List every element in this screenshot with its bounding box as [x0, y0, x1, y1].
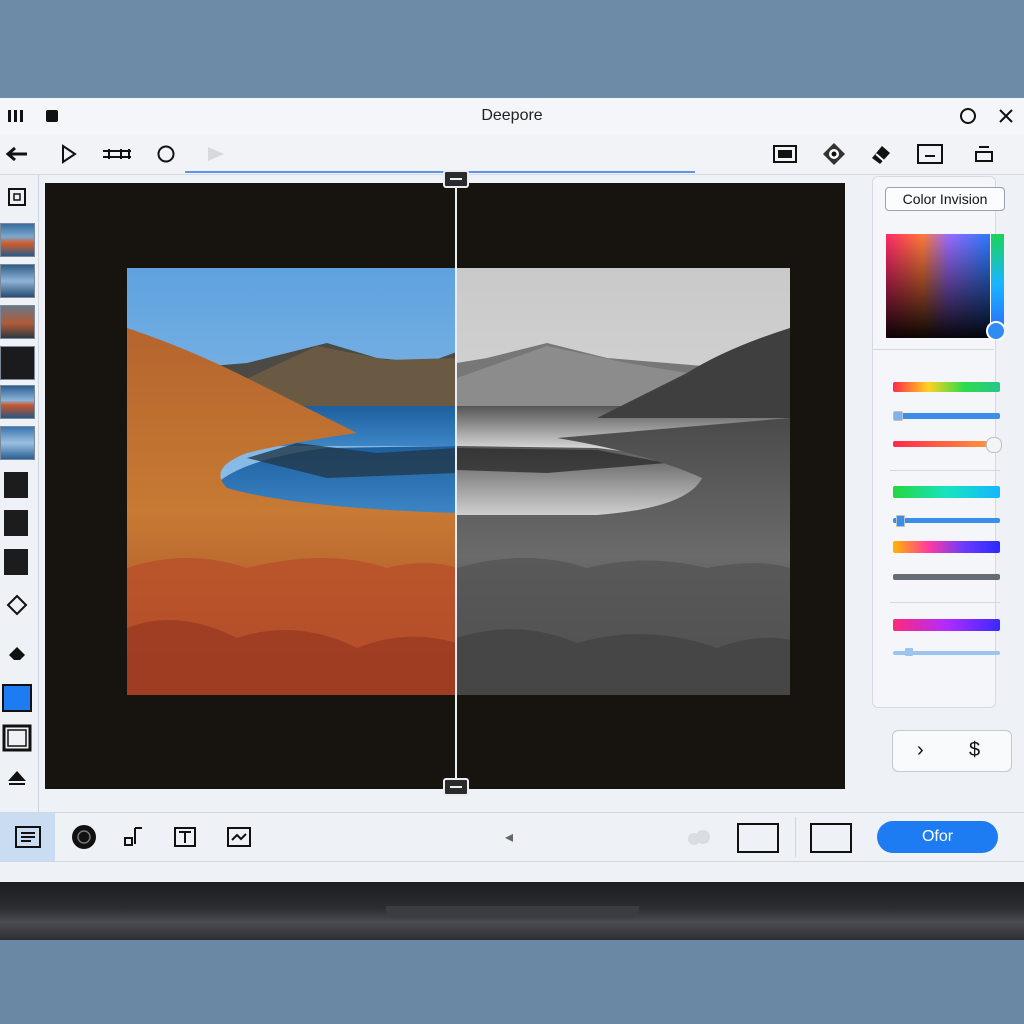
text-box-icon[interactable]: [170, 823, 200, 851]
green-slider[interactable]: [893, 486, 1000, 498]
list-icon[interactable]: [0, 813, 55, 861]
thumbnail-1[interactable]: [0, 223, 35, 257]
saturation-slider[interactable]: [893, 413, 1000, 419]
square-outline-icon[interactable]: [1, 723, 33, 753]
music-note-icon[interactable]: [118, 823, 148, 851]
back-arrow-icon[interactable]: [4, 142, 30, 166]
aspect-box-2[interactable]: [810, 823, 852, 853]
target-icon[interactable]: [821, 142, 847, 166]
color-picker[interactable]: [886, 234, 1006, 341]
tint-slider[interactable]: [893, 518, 1000, 523]
light-knob[interactable]: [905, 648, 913, 656]
window-title: Deepore: [481, 107, 543, 124]
panel-title: Color Invision: [885, 187, 1005, 211]
swatch-1[interactable]: [4, 472, 28, 498]
hue-slider[interactable]: [893, 382, 1000, 392]
screen-bezel: [0, 0, 1024, 98]
warmth-slider[interactable]: [893, 441, 1000, 447]
image-canvas[interactable]: [45, 170, 845, 796]
toolbar-progress-line: [185, 171, 695, 173]
circle-filled-icon[interactable]: [69, 823, 99, 851]
close-icon[interactable]: [996, 106, 1016, 126]
magenta-slider[interactable]: [893, 619, 1000, 631]
panel-divider-3: [890, 602, 1000, 603]
bottom-separator: [795, 817, 796, 857]
play-outline-icon[interactable]: [56, 142, 82, 166]
title-bar: Deepore: [0, 98, 1024, 135]
laptop-hinge: [386, 906, 639, 918]
warmth-knob[interactable]: [986, 437, 1002, 453]
swatch-2[interactable]: [4, 510, 28, 536]
aspect-box-1[interactable]: [737, 823, 779, 853]
next-arrow-button[interactable]: ›: [917, 739, 924, 762]
triangle-icon[interactable]: [4, 765, 30, 789]
swatch-3[interactable]: [4, 549, 28, 575]
app-window: Deepore Color Invision › $ ◂ Ofor: [0, 98, 1024, 882]
play-back-button[interactable]: ◂: [494, 823, 524, 851]
thumbnail-4[interactable]: [0, 346, 35, 380]
spectrum-slider[interactable]: [893, 541, 1000, 553]
panel-divider: [872, 349, 994, 350]
split-handle-top[interactable]: [443, 170, 469, 188]
toolbar: [0, 134, 1024, 175]
landscape-photo: [127, 268, 790, 695]
panel-divider-2: [890, 470, 1000, 471]
thumbnail-5[interactable]: [0, 385, 35, 419]
crop-tool-icon[interactable]: [100, 142, 134, 166]
split-divider[interactable]: [455, 175, 457, 791]
fill-icon[interactable]: [4, 641, 30, 665]
screen-icon[interactable]: [917, 142, 943, 166]
saturation-knob[interactable]: [893, 411, 903, 421]
circle-tool-icon[interactable]: [153, 142, 179, 166]
tray-icon[interactable]: [971, 142, 997, 166]
thumbnail-2[interactable]: [0, 264, 35, 298]
gray-slider[interactable]: [893, 574, 1000, 580]
bottom-toolbar: ◂ Ofor: [0, 812, 1024, 862]
blue-square-icon[interactable]: [1, 683, 33, 713]
thumbnail-3[interactable]: [0, 305, 35, 339]
select-tool-icon[interactable]: [4, 185, 30, 209]
eraser-icon[interactable]: [868, 142, 894, 166]
tint-knob[interactable]: [896, 515, 905, 527]
image-box-icon[interactable]: [224, 823, 254, 851]
thumbnail-6[interactable]: [0, 426, 35, 460]
offer-button[interactable]: Ofor: [877, 821, 998, 853]
dollar-button[interactable]: $: [969, 739, 980, 762]
split-handle-bottom[interactable]: [443, 778, 469, 796]
diamond-icon[interactable]: [4, 593, 30, 617]
frame-icon[interactable]: [772, 142, 798, 166]
circle-icon[interactable]: [958, 106, 978, 126]
cloud-icon: [684, 823, 714, 851]
left-tool-rail: [0, 175, 39, 815]
panel-nav: › $: [892, 730, 1012, 772]
play-disabled-icon: [203, 142, 229, 166]
